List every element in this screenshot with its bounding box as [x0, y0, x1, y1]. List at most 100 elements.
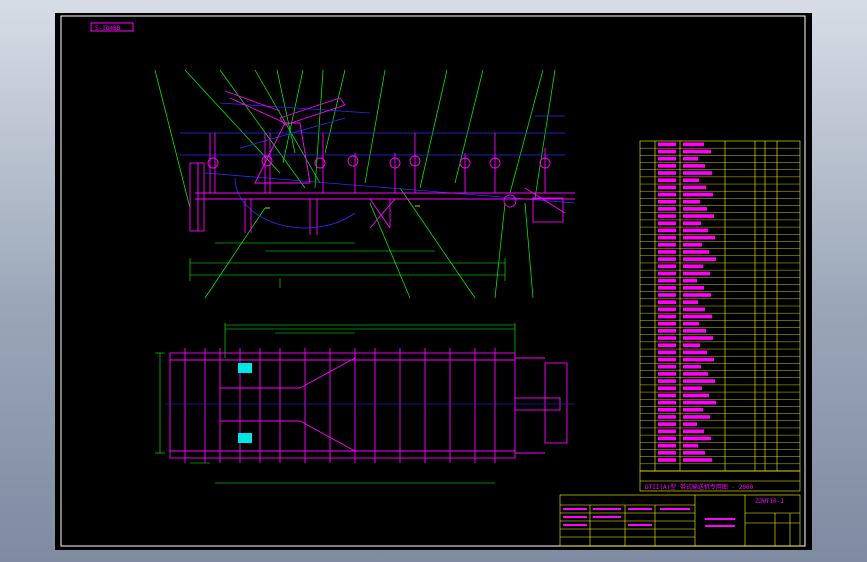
parts-list-name-mark [683, 214, 714, 218]
parts-list-code-mark [658, 185, 676, 190]
parts-list-code-mark [658, 393, 676, 398]
parts-list-code-mark [658, 142, 676, 147]
parts-list-code-mark [658, 300, 676, 304]
cad-drawing: S-ID4BB DTII(A)型 带式输送机专用图 - 2000 ZJWT10-… [60, 15, 806, 547]
parts-list-name-mark [683, 149, 711, 154]
parts-list-code-mark [658, 350, 676, 355]
parts-list-code-mark [658, 221, 676, 226]
cad-drawing-canvas[interactable]: S-ID4BB DTII(A)型 带式输送机专用图 - 2000 ZJWT10-… [55, 13, 812, 550]
parts-list-name-mark [683, 164, 705, 168]
parts-list-code-mark [658, 207, 676, 211]
parts-list-name-mark [683, 250, 709, 254]
parts-list-code-mark [658, 443, 676, 448]
parts-list-code-mark [658, 264, 676, 269]
parts-list-name-mark [683, 278, 697, 283]
parts-list-code-mark [658, 450, 676, 455]
parts-list-name-mark [683, 458, 712, 462]
corner-label: S-ID4BB [95, 25, 121, 32]
parts-list-name-mark [683, 300, 698, 304]
parts-list-code-mark [658, 293, 676, 297]
parts-list-name-mark [683, 357, 714, 362]
parts-list-rows [640, 142, 800, 465]
parts-list-name-mark [683, 422, 697, 426]
parts-list-code-mark [658, 178, 676, 183]
parts-list-code-mark [658, 329, 676, 333]
parts-list-name-mark [683, 372, 708, 376]
parts-list-name-mark [683, 343, 700, 348]
parts-list-code-mark [658, 321, 676, 326]
parts-list-code-mark [658, 379, 676, 383]
parts-list-name-mark [683, 192, 713, 197]
parts-list-name-mark [683, 314, 712, 319]
parts-list-code-mark [658, 429, 676, 434]
parts-list-name-mark [683, 235, 715, 240]
parts-list-name-mark [683, 199, 700, 204]
parts-list-code-mark [658, 285, 676, 290]
parts-list-code-mark [658, 372, 676, 376]
parts-list-name-mark [683, 321, 699, 326]
parts-list-code-mark [658, 415, 676, 419]
parts-list-code-mark [658, 257, 676, 261]
drawing-number: ZJWT10-1 [755, 498, 784, 505]
parts-list-name-mark [683, 415, 710, 419]
parts-list-code-mark [658, 357, 676, 362]
parts-list-code-mark [658, 149, 676, 154]
parts-list-name-mark [683, 271, 710, 276]
parts-list-name-mark [683, 185, 706, 190]
parts-list-name-mark [683, 407, 703, 412]
parts-list-code-mark [658, 436, 676, 441]
parts-list-name-mark [683, 450, 705, 455]
motor-block-lower [238, 433, 252, 443]
parts-list-code-mark [658, 228, 676, 233]
parts-list-code-mark [658, 199, 676, 204]
parts-list-code-mark [658, 192, 676, 197]
drawing-title: DTII(A)型 带式输送机专用图 - 2000 [645, 483, 754, 491]
parts-list-name-mark [683, 156, 698, 161]
parts-list-code-mark [658, 364, 676, 369]
parts-list-name-mark [683, 329, 706, 333]
parts-list-code-mark [658, 314, 676, 319]
parts-list-name-mark [683, 171, 712, 175]
parts-list-name-mark [683, 142, 704, 147]
parts-list-code-mark [658, 407, 676, 412]
elevation-view [154, 69, 576, 299]
parts-list-name-mark [683, 400, 716, 405]
parts-list-name-mark [683, 307, 705, 312]
frame-outline [189, 90, 575, 235]
parts-list-name-mark [683, 350, 707, 355]
parts-list-name-mark [683, 436, 711, 441]
parts-list-name-mark [683, 386, 702, 391]
parts-list-name-mark [683, 443, 698, 448]
parts-list-name-mark [683, 379, 715, 383]
parts-list-name-mark [683, 429, 704, 434]
title-strip: DTII(A)型 带式输送机专用图 - 2000 ZJWT10-1 [639, 470, 801, 505]
parts-list-code-mark [658, 336, 676, 340]
parts-list-name-mark [683, 364, 701, 369]
parts-list-name-mark [683, 264, 703, 269]
parts-list-name-mark [683, 178, 699, 183]
parts-list-code-mark [658, 307, 676, 312]
plan-view [155, 323, 575, 484]
parts-list-code-mark [658, 242, 676, 247]
parts-list-code-mark [658, 400, 676, 405]
parts-list-name-mark [683, 285, 704, 290]
parts-list-name-mark [683, 221, 701, 226]
parts-list-code-mark [658, 250, 676, 254]
parts-list-name-mark [683, 393, 709, 398]
parts-list-code-mark [658, 278, 676, 283]
parts-list-name-mark [683, 242, 702, 247]
parts-list-code-mark [658, 458, 676, 462]
elevation-markers [265, 205, 420, 209]
parts-list-code-mark [658, 386, 676, 391]
title-block-hatch [563, 508, 735, 527]
parts-list-code-mark [658, 343, 676, 348]
plan-frame [169, 348, 568, 463]
parts-list-code-mark [658, 171, 676, 175]
parts-list-name-mark [683, 293, 711, 297]
parts-list-code-mark [658, 164, 676, 168]
parts-list-code-mark [658, 235, 676, 240]
parts-list-code-mark [658, 271, 676, 276]
plan-dimensions [155, 323, 516, 484]
parts-list-name-mark [683, 257, 716, 261]
parts-list-code-mark [658, 214, 676, 218]
